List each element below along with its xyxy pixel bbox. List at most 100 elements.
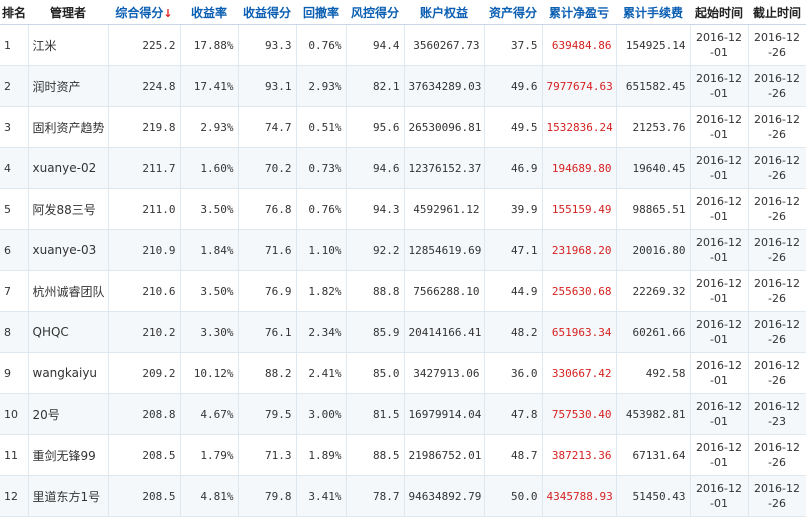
score-cell: 208.8 — [108, 393, 181, 435]
cum-fee-cell: 22269.32 — [616, 270, 691, 312]
cum-fee-cell: 51450.43 — [616, 475, 691, 517]
cum-profit-cell: 639484.86 — [542, 24, 617, 66]
rank-cell: 10 — [0, 393, 29, 435]
ranking-table: 排名 管理者 综合得分↓ 收益率 收益得分 回撤率 风控得分 账户权益 资产得分… — [0, 0, 806, 517]
start-date-cell: 2016-12-01 — [690, 311, 749, 353]
end-date-cell: 2016-12-26 — [748, 188, 806, 230]
col-score-sort[interactable]: 综合得分↓ — [108, 0, 181, 25]
table-row: 8 QHQC 210.2 3.30% 76.1 2.34% 85.9 20414166.41 4… — [0, 311, 806, 353]
equity-cell: 7566288.10 — [404, 270, 485, 312]
drawdown-cell: 0.51% — [296, 106, 347, 148]
cum-profit-cell: 387213.36 — [542, 434, 617, 476]
manager-cell: 杭州诚睿团队 — [28, 270, 109, 312]
return-rate-cell: 1.60% — [180, 147, 239, 189]
table-row: 3 固利资产趋势 219.8 2.93% 74.7 0.51% 95.6 26530096.8… — [0, 106, 806, 148]
end-date-cell: 2016-12-26 — [748, 24, 806, 66]
manager-cell: xuanye-03 — [28, 229, 109, 271]
manager-cell: 润时资产 — [28, 65, 109, 107]
cum-profit-cell: 4345788.93 — [542, 475, 617, 517]
return-rate-cell: 17.41% — [180, 65, 239, 107]
drawdown-cell: 0.76% — [296, 24, 347, 66]
table-row: 1 江米 225.2 17.88% 93.3 0.76% 94.4 3560267.73 37.… — [0, 24, 806, 66]
col-cum-profit-sort[interactable]: 累计净盈亏 — [542, 0, 617, 25]
table-row: 5 阿发88三号 211.0 3.50% 76.8 0.76% 94.3 4592961.12… — [0, 188, 806, 230]
return-score-cell: 71.3 — [238, 434, 297, 476]
col-drawdown-sort[interactable]: 回撤率 — [296, 0, 347, 25]
drawdown-cell: 0.73% — [296, 147, 347, 189]
end-date-cell: 2016-12-26 — [748, 229, 806, 271]
col-return-rate-sort[interactable]: 收益率 — [180, 0, 239, 25]
start-date-cell: 2016-12-01 — [690, 229, 749, 271]
end-date-cell: 2016-12-26 — [748, 106, 806, 148]
asset-score-cell: 49.5 — [484, 106, 543, 148]
col-rank: 排名 — [0, 0, 29, 25]
asset-score-cell: 50.0 — [484, 475, 543, 517]
start-date-cell: 2016-12-01 — [690, 106, 749, 148]
end-date-cell: 2016-12-26 — [748, 475, 806, 517]
col-equity-sort[interactable]: 账户权益 — [404, 0, 485, 25]
cum-fee-cell: 98865.51 — [616, 188, 691, 230]
cum-fee-cell: 20016.80 — [616, 229, 691, 271]
cum-fee-cell: 154925.14 — [616, 24, 691, 66]
risk-score-cell: 88.5 — [346, 434, 405, 476]
equity-cell: 16979914.04 — [404, 393, 485, 435]
cum-profit-cell: 7977674.63 — [542, 65, 617, 107]
cum-fee-cell: 651582.45 — [616, 65, 691, 107]
cum-fee-cell: 21253.76 — [616, 106, 691, 148]
asset-score-cell: 44.9 — [484, 270, 543, 312]
risk-score-cell: 94.4 — [346, 24, 405, 66]
col-asset-score-sort[interactable]: 资产得分 — [484, 0, 543, 25]
asset-score-cell: 36.0 — [484, 352, 543, 394]
return-score-cell: 76.1 — [238, 311, 297, 353]
equity-cell: 3560267.73 — [404, 24, 485, 66]
end-date-cell: 2016-12-26 — [748, 147, 806, 189]
return-rate-cell: 2.93% — [180, 106, 239, 148]
rank-cell: 6 — [0, 229, 29, 271]
start-date-cell: 2016-12-01 — [690, 270, 749, 312]
end-date-cell: 2016-12-26 — [748, 270, 806, 312]
drawdown-cell: 2.93% — [296, 65, 347, 107]
col-start: 起始时间 — [690, 0, 749, 25]
cum-profit-cell: 231968.20 — [542, 229, 617, 271]
col-return-score-sort[interactable]: 收益得分 — [238, 0, 297, 25]
start-date-cell: 2016-12-01 — [690, 65, 749, 107]
rank-cell: 5 — [0, 188, 29, 230]
rank-cell: 11 — [0, 434, 29, 476]
score-cell: 210.6 — [108, 270, 181, 312]
risk-score-cell: 94.3 — [346, 188, 405, 230]
risk-score-cell: 85.9 — [346, 311, 405, 353]
start-date-cell: 2016-12-01 — [690, 24, 749, 66]
rank-cell: 8 — [0, 311, 29, 353]
manager-cell: 阿发88三号 — [28, 188, 109, 230]
equity-cell: 37634289.03 — [404, 65, 485, 107]
table-body: 1 江米 225.2 17.88% 93.3 0.76% 94.4 3560267.73 37.… — [0, 24, 806, 517]
asset-score-cell: 37.5 — [484, 24, 543, 66]
asset-score-cell: 48.7 — [484, 434, 543, 476]
equity-cell: 12854619.69 — [404, 229, 485, 271]
col-end: 截止时间 — [748, 0, 806, 25]
cum-fee-cell: 19640.45 — [616, 147, 691, 189]
risk-score-cell: 88.8 — [346, 270, 405, 312]
col-risk-score-sort[interactable]: 风控得分 — [346, 0, 405, 25]
rank-cell: 2 — [0, 65, 29, 107]
col-cum-fee-sort[interactable]: 累计手续费 — [616, 0, 691, 25]
manager-cell: 重剑无锋99 — [28, 434, 109, 476]
return-rate-cell: 3.50% — [180, 188, 239, 230]
equity-cell: 4592961.12 — [404, 188, 485, 230]
risk-score-cell: 95.6 — [346, 106, 405, 148]
rank-cell: 3 — [0, 106, 29, 148]
return-score-cell: 88.2 — [238, 352, 297, 394]
score-cell: 224.8 — [108, 65, 181, 107]
equity-cell: 12376152.37 — [404, 147, 485, 189]
risk-score-cell: 81.5 — [346, 393, 405, 435]
end-date-cell: 2016-12-23 — [748, 393, 806, 435]
return-rate-cell: 17.88% — [180, 24, 239, 66]
table-row: 2 润时资产 224.8 17.41% 93.1 2.93% 82.1 37634289.03… — [0, 65, 806, 107]
asset-score-cell: 47.8 — [484, 393, 543, 435]
equity-cell: 20414166.41 — [404, 311, 485, 353]
end-date-cell: 2016-12-26 — [748, 352, 806, 394]
table-row: 6 xuanye-03 210.9 1.84% 71.6 1.10% 92.2 1285461… — [0, 229, 806, 271]
drawdown-cell: 2.41% — [296, 352, 347, 394]
drawdown-cell: 1.82% — [296, 270, 347, 312]
score-cell: 208.5 — [108, 434, 181, 476]
